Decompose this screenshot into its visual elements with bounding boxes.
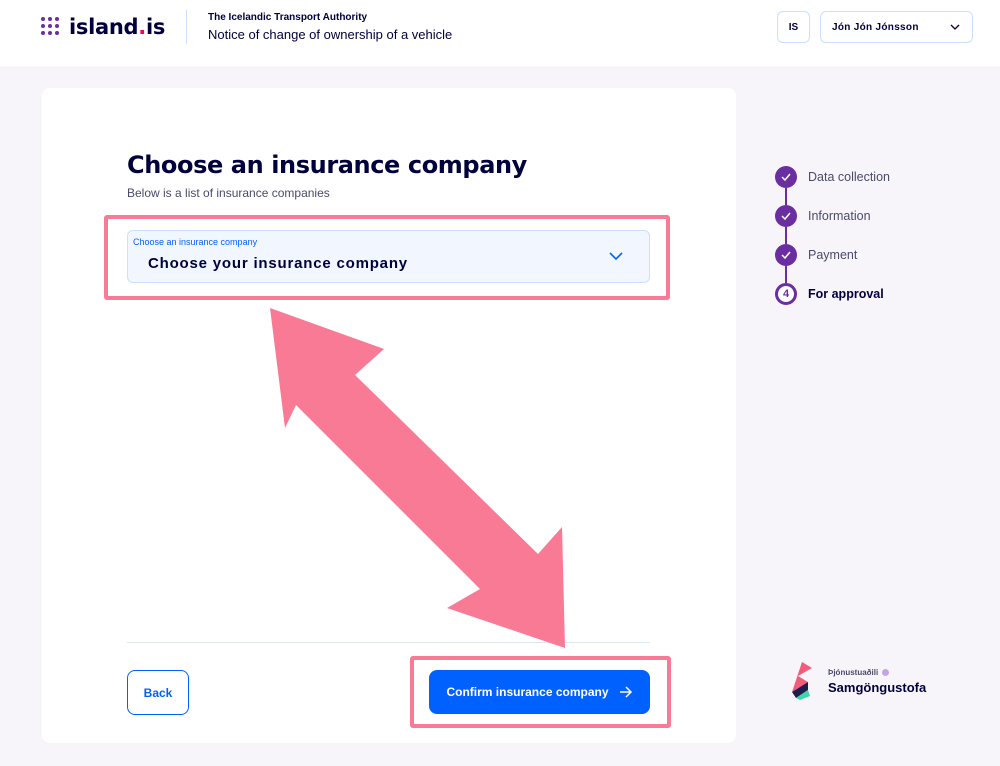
step-label: Data collection [808, 170, 890, 184]
info-icon[interactable] [882, 669, 890, 677]
step-connector [785, 188, 787, 205]
provider-name: Samgöngustofa [828, 680, 927, 695]
provider-label: Þjónustuaðili [828, 668, 890, 677]
step-label: For approval [808, 287, 884, 301]
step-information: Information [775, 205, 975, 227]
check-icon [775, 244, 797, 266]
chevron-down-icon [950, 24, 960, 30]
samgongustofa-logo-icon [792, 662, 812, 700]
organization-name: The Icelandic Transport Authority [208, 12, 368, 23]
language-button[interactable]: IS [777, 11, 810, 43]
header-divider [186, 10, 187, 44]
application-title: Notice of change of ownership of a vehic… [208, 27, 453, 42]
page-subtitle: Below is a list of insurance companies [127, 186, 330, 200]
step-connector [785, 266, 787, 283]
step-label: Payment [808, 248, 858, 262]
step-for-approval: 4 For approval [775, 283, 975, 305]
step-label: Information [808, 209, 871, 223]
check-icon [775, 166, 797, 188]
user-menu-button[interactable]: Jón Jón Jónsson [820, 11, 973, 43]
check-icon [775, 205, 797, 227]
select-highlight-box [104, 215, 670, 300]
step-data-collection: Data collection [775, 166, 975, 188]
card-divider [127, 642, 650, 643]
island-logo[interactable]: island.is [41, 15, 165, 39]
logo-text: island.is [69, 15, 166, 39]
logo-dots-icon [41, 17, 61, 37]
step-payment: Payment [775, 244, 975, 266]
app-header: island.is The Icelandic Transport Author… [0, 0, 1000, 66]
step-connector [785, 227, 787, 244]
page-title: Choose an insurance company [127, 151, 527, 179]
user-name: Jón Jón Jónsson [832, 21, 919, 33]
back-button[interactable]: Back [127, 670, 189, 715]
step-number: 4 [775, 283, 797, 305]
confirm-highlight-box [410, 656, 671, 728]
